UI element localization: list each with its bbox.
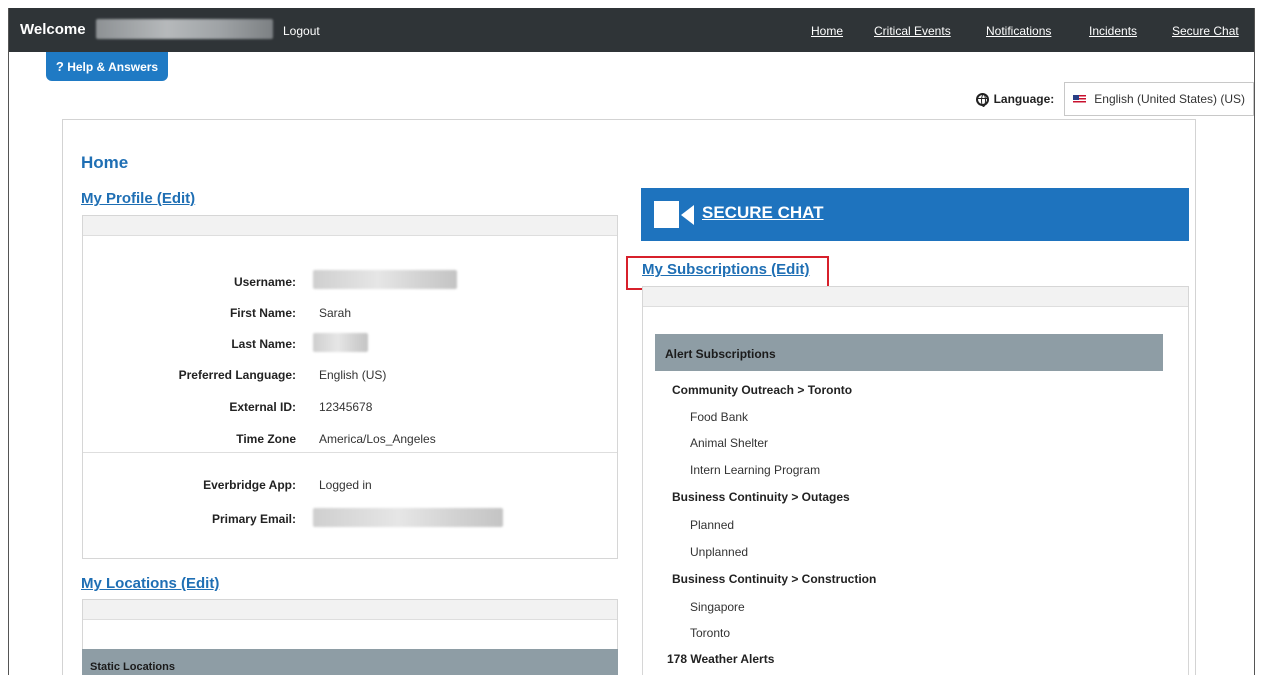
username-label: Username: [233,275,296,289]
us-flag-icon [1073,94,1087,104]
top-navigation-bar: Welcome Logout Home Critical Events Noti… [9,8,1254,52]
nav-critical-events[interactable]: Critical Events [874,24,951,38]
page-title: Home [81,153,129,172]
static-locations-header: Static Locations [82,649,618,675]
subscription-group: Business Continuity > Outages [672,490,850,504]
language-dropdown[interactable]: English (United States) (US) [1064,82,1254,116]
help-answers-button[interactable]: ? Help & Answers [46,52,168,81]
nav-incidents[interactable]: Incidents [1089,24,1137,38]
external-id-label: External ID: [229,400,296,414]
globe-icon [975,92,989,107]
subscription-item: Intern Learning Program [690,463,821,477]
secure-chat-label: SECURE CHAT [702,203,824,222]
preferred-language-value: English (US) [319,368,387,382]
redacted-username [313,270,457,289]
first-name-label: First Name: [229,306,296,320]
everbridge-app-value: Logged in [319,478,372,492]
locations-panel-header [83,600,617,620]
subscription-item: Toronto [690,626,731,640]
welcome-text: Welcome [20,21,86,38]
static-locations-label: Static Locations [90,661,175,673]
alert-subscriptions-header: Alert Subscriptions [655,334,1163,371]
subscription-item: Singapore [690,600,745,614]
nav-notifications[interactable]: Notifications [986,24,1051,38]
subscription-item: Animal Shelter [690,436,769,450]
profile-panel-header [83,216,617,236]
external-id-value: 12345678 [319,400,373,414]
subscription-group: Community Outreach > Toronto [672,383,853,397]
help-answers-label: Help & Answers [67,60,159,74]
everbridge-app-label: Everbridge App: [203,478,296,492]
subscription-item: Planned [690,518,735,532]
last-name-label: Last Name: [231,337,296,351]
profile-divider [83,452,617,453]
subscription-item: Food Bank [690,410,749,424]
time-zone-label: Time Zone [236,432,296,446]
first-name-value: Sarah [319,306,352,320]
nav-home[interactable]: Home [811,24,843,38]
question-mark-icon: ? [55,59,64,74]
subscriptions-panel-header [643,287,1188,307]
my-locations-edit-link[interactable]: My Locations (Edit) [81,575,219,592]
preferred-language-label: Preferred Language: [178,368,296,382]
my-subscriptions-edit-link[interactable]: My Subscriptions (Edit) [642,261,810,278]
nav-secure-chat[interactable]: Secure Chat [1172,24,1239,38]
my-profile-edit-link[interactable]: My Profile (Edit) [81,190,195,207]
camera-lens-icon [681,205,694,225]
subscription-item: Unplanned [690,545,749,559]
subscription-group: Business Continuity > Construction [672,572,877,586]
video-camera-icon [654,201,679,228]
weather-alerts-group: 178 Weather Alerts [667,652,775,666]
primary-email-label: Primary Email: [211,512,296,526]
time-zone-value: America/Los_Angeles [319,432,436,446]
secure-chat-banner[interactable]: SECURE CHAT [641,188,1189,241]
redacted-user-name [96,19,273,39]
redacted-email [313,508,503,527]
language-selector-row: Language: English (United States) (US) [975,82,1254,116]
language-label: Language: [993,92,1055,106]
alert-subscriptions-label: Alert Subscriptions [665,347,776,361]
redacted-last-name [313,333,368,352]
logout-link[interactable]: Logout [283,24,320,38]
language-value: English (United States) (US) [1094,92,1245,106]
